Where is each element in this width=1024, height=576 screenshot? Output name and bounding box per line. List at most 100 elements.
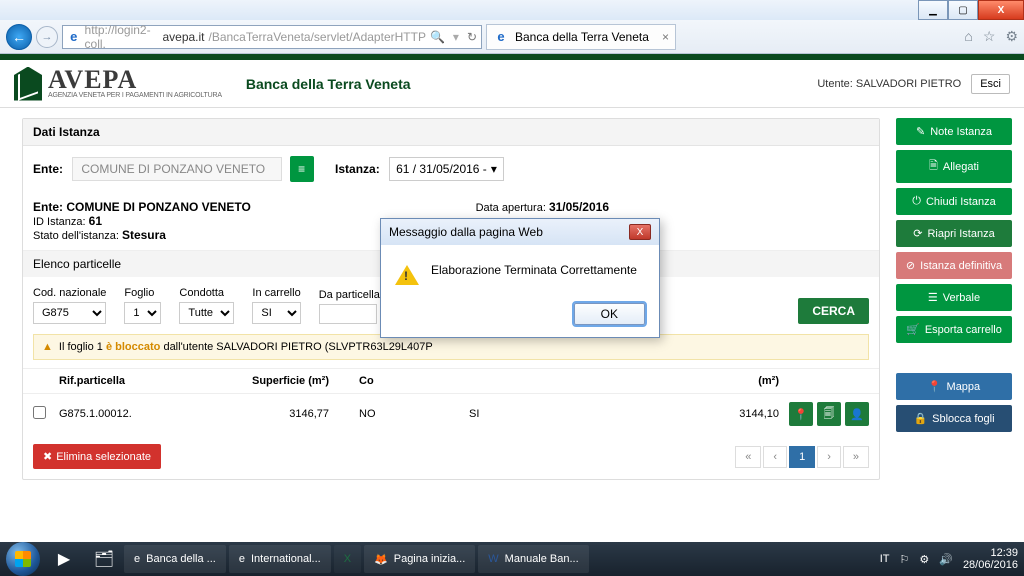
reopen-icon: ⟳: [913, 227, 922, 240]
start-button[interactable]: [6, 542, 40, 576]
elimina-button[interactable]: ✖Elimina selezionate: [33, 444, 161, 469]
taskbar-task-ie[interactable]: eBanca della ...: [124, 545, 226, 573]
taskbar-flag-icon[interactable]: ⚐: [899, 553, 909, 566]
refresh-icon[interactable]: ↻: [467, 30, 477, 44]
ente-value: COMUNE DI PONZANO VENETO: [72, 157, 282, 181]
cod-nazionale-select[interactable]: G875: [33, 302, 106, 324]
foglio-select[interactable]: 1: [124, 302, 161, 324]
pager-prev[interactable]: ‹: [763, 446, 787, 468]
da-particella-input[interactable]: [319, 304, 377, 324]
power-icon: ⏻: [912, 195, 921, 208]
condotta-select[interactable]: Tutte: [179, 302, 234, 324]
cell-superficie: 3146,77: [229, 408, 359, 420]
url-host: avepa.it: [162, 30, 204, 44]
ente-label: Ente:: [33, 162, 63, 176]
taskbar-task-word[interactable]: WManuale Ban...: [478, 545, 588, 573]
cerca-button[interactable]: CERCA: [798, 298, 869, 324]
home-icon[interactable]: ⌂: [964, 28, 972, 45]
verbale-button[interactable]: ☰Verbale: [896, 284, 1012, 311]
cell-rif: G875.1.00012.: [59, 408, 229, 420]
cell-co: NO: [359, 408, 469, 420]
brand-subtitle: AGENZIA VENETA PER I PAGAMENTI IN AGRICO…: [48, 92, 222, 99]
favorites-icon[interactable]: ☆: [983, 28, 996, 45]
user-label: Utente: SALVADORI PIETRO: [817, 78, 961, 90]
brand-name: AVEPA: [48, 68, 222, 91]
cell-m2: 3144,10: [699, 408, 779, 420]
taskbar-explorer-icon[interactable]: 🗂: [84, 545, 124, 573]
ie-toolbar: ← → e http://login2-coll.avepa.it/BancaT…: [0, 20, 1024, 54]
ente-menu-button[interactable]: ≡: [290, 156, 314, 182]
taskbar: ▶ 🗂 eBanca della ... eInternational... X…: [0, 542, 1024, 576]
note-istanza-button[interactable]: ✎Note Istanza: [896, 118, 1012, 145]
back-button[interactable]: ←: [6, 24, 32, 50]
cell-si: SI: [469, 408, 699, 420]
dialog-ok-button[interactable]: OK: [574, 303, 645, 325]
tab-close-icon[interactable]: ×: [662, 30, 669, 44]
dati-istanza-header: Dati Istanza: [23, 119, 879, 146]
taskbar-task-ie2[interactable]: eInternational...: [229, 545, 331, 573]
settings-icon[interactable]: ⚙: [1005, 28, 1018, 45]
row-checkbox[interactable]: [33, 406, 46, 419]
ie-logo-icon: e: [493, 29, 509, 45]
row-doc-button[interactable]: 🗐: [817, 402, 841, 426]
window-maximize[interactable]: ▢: [948, 0, 978, 20]
taskbar-lang[interactable]: IT: [880, 553, 890, 565]
pencil-icon: ✎: [916, 125, 925, 138]
taskbar-task-firefox[interactable]: 🦊Pagina inizia...: [364, 545, 475, 573]
url-prefix: http://login2-coll.: [85, 23, 159, 51]
message-dialog: Messaggio dalla pagina Web X Elaborazion…: [380, 218, 660, 338]
forward-button[interactable]: →: [36, 26, 58, 48]
istanza-label: Istanza:: [335, 162, 380, 176]
avepa-logo-icon: [14, 67, 42, 101]
close-icon: ✖: [43, 450, 52, 463]
address-bar[interactable]: e http://login2-coll.avepa.it/BancaTerra…: [62, 25, 482, 49]
taskbar-clock[interactable]: 12:39 28/06/2016: [963, 547, 1018, 571]
dialog-close-button[interactable]: X: [629, 224, 651, 240]
warning-icon: [395, 265, 419, 285]
taskbar-media-icon[interactable]: ▶: [44, 545, 84, 573]
mappa-button[interactable]: 📍Mappa: [896, 373, 1012, 400]
brand-header: AVEPA AGENZIA VENETA PER I PAGAMENTI IN …: [0, 60, 1024, 108]
riapri-istanza-button[interactable]: ⟳Riapri Istanza: [896, 220, 1012, 247]
taskbar-task-excel[interactable]: X: [334, 545, 361, 573]
table-row: G875.1.00012. 3146,77 NO SI 3144,10 📍 🗐 …: [23, 394, 879, 434]
chiudi-istanza-button[interactable]: ⏻Chiudi Istanza: [896, 188, 1012, 215]
taskbar-network-icon[interactable]: ⚙: [919, 553, 929, 566]
window-titlebar: ▁ ▢ X: [0, 0, 1024, 20]
ie-logo-icon: e: [67, 29, 81, 45]
sidebar: ✎Note Istanza 🗎Allegati ⏻Chiudi Istanza …: [896, 118, 1012, 488]
block-icon: ⊘: [906, 259, 915, 272]
istanza-definitiva-button[interactable]: ⊘Istanza definitiva: [896, 252, 1012, 279]
marker-icon: 📍: [928, 380, 942, 393]
pager: « ‹ 1 › »: [735, 446, 869, 468]
warning-icon: ▲: [42, 341, 53, 353]
pager-current[interactable]: 1: [789, 446, 815, 468]
window-minimize[interactable]: ▁: [918, 0, 948, 20]
app-title: Banca della Terra Veneta: [246, 76, 411, 92]
tab-title: Banca della Terra Veneta: [515, 30, 649, 44]
browser-tab[interactable]: e Banca della Terra Veneta ×: [486, 24, 676, 50]
carrello-select[interactable]: SI: [252, 302, 300, 324]
window-close[interactable]: X: [978, 0, 1024, 20]
sblocca-fogli-button[interactable]: 🔒Sblocca fogli: [896, 405, 1012, 432]
taskbar-volume-icon[interactable]: 🔊: [939, 553, 953, 566]
search-icon[interactable]: 🔍: [430, 30, 445, 44]
logout-button[interactable]: Esci: [971, 74, 1010, 94]
dialog-title: Messaggio dalla pagina Web: [389, 225, 543, 239]
table-header: Rif.particella Superficie (m²) Co (m²): [23, 368, 879, 394]
dialog-message: Elaborazione Terminata Correttamente: [431, 263, 637, 277]
url-path: /BancaTerraVeneta/servlet/AdapterHTTP: [209, 30, 426, 44]
file-icon: 🗎: [929, 157, 938, 176]
pager-first[interactable]: «: [735, 446, 761, 468]
list-icon: ☰: [928, 291, 938, 304]
row-locate-button[interactable]: 📍: [789, 402, 813, 426]
row-user-button[interactable]: 👤: [845, 402, 869, 426]
data-apertura-value: 31/05/2016: [549, 200, 609, 214]
allegati-button[interactable]: 🗎Allegati: [896, 150, 1012, 183]
id-istanza-value: 61: [89, 214, 102, 228]
cart-icon: 🛒: [906, 323, 920, 336]
istanza-select[interactable]: 61 / 31/05/2016 -▾: [389, 157, 504, 181]
pager-next[interactable]: ›: [817, 446, 841, 468]
pager-last[interactable]: »: [843, 446, 869, 468]
esporta-carrello-button[interactable]: 🛒Esporta carrello: [896, 316, 1012, 343]
